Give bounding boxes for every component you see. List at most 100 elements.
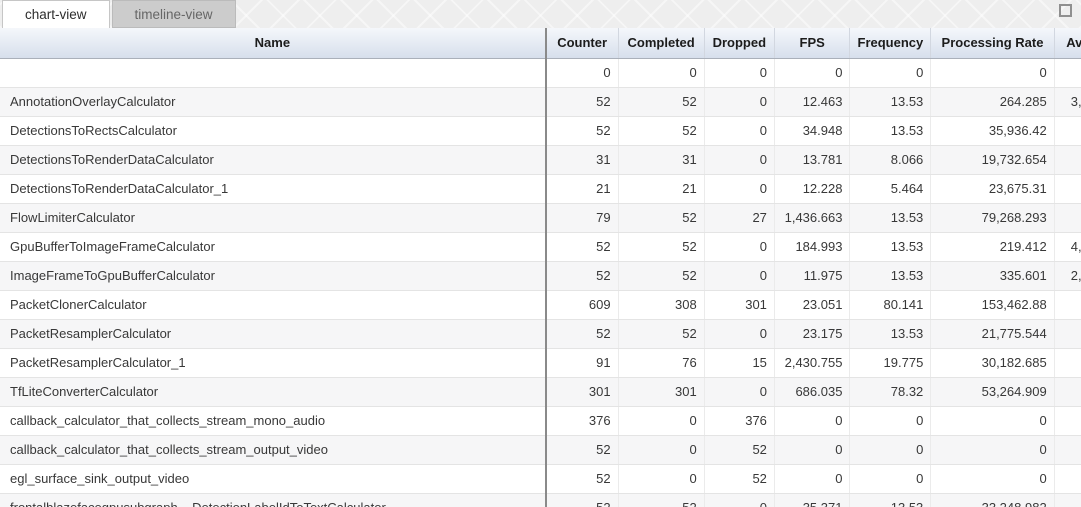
cell-value: 12.228 bbox=[774, 174, 850, 203]
cell-value: 0 bbox=[618, 464, 704, 493]
cell-value: 0 bbox=[704, 319, 774, 348]
popout-square-icon[interactable] bbox=[1059, 4, 1072, 17]
cell-value: 34.948 bbox=[774, 116, 850, 145]
column-header-fps[interactable]: FPS bbox=[774, 28, 850, 58]
cell-value: 153,462.88 bbox=[931, 290, 1054, 319]
column-header-name[interactable]: Name bbox=[0, 28, 546, 58]
cell-value: 0 bbox=[1054, 406, 1081, 435]
cell-value: 33,248.982 bbox=[931, 493, 1054, 507]
cell-value: 30.077 bbox=[1054, 493, 1081, 507]
cell-value: 301 bbox=[704, 290, 774, 319]
table-row[interactable]: TfLiteConverterCalculator3013010686.0357… bbox=[0, 377, 1081, 406]
table-row[interactable]: DetectionsToRenderDataCalculator3131013.… bbox=[0, 145, 1081, 174]
cell-value: 52 bbox=[618, 203, 704, 232]
cell-value: 0 bbox=[931, 58, 1054, 87]
cell-value: 376 bbox=[546, 406, 618, 435]
cell-value: 0 bbox=[931, 406, 1054, 435]
table-row[interactable]: frontalblazefacegpusubgraph__DetectionLa… bbox=[0, 493, 1081, 507]
cell-value: 12.615 bbox=[1054, 203, 1081, 232]
cell-value: 13.781 bbox=[774, 145, 850, 174]
cell-value: 0 bbox=[774, 58, 850, 87]
cell-value: 0 bbox=[931, 435, 1054, 464]
table-row[interactable]: DetectionsToRenderDataCalculator_1212101… bbox=[0, 174, 1081, 203]
table-row[interactable]: callback_calculator_that_collects_stream… bbox=[0, 406, 1081, 435]
cell-value: 13.53 bbox=[850, 319, 931, 348]
cell-name: callback_calculator_that_collects_stream… bbox=[0, 435, 546, 464]
cell-value: 35,936.42 bbox=[931, 116, 1054, 145]
cell-value: 609 bbox=[546, 290, 618, 319]
cell-value: 23.051 bbox=[774, 290, 850, 319]
column-header-counter[interactable]: Counter bbox=[546, 28, 618, 58]
cell-value: 0 bbox=[931, 464, 1054, 493]
column-header-processing-rate[interactable]: Processing Rate bbox=[931, 28, 1054, 58]
cell-value: 52 bbox=[618, 319, 704, 348]
table-row[interactable]: callback_calculator_that_collects_stream… bbox=[0, 435, 1081, 464]
column-header-avg-time[interactable]: Avg Time bbox=[1054, 28, 1081, 58]
cell-name: AnnotationOverlayCalculator bbox=[0, 87, 546, 116]
column-header-frequency[interactable]: Frequency bbox=[850, 28, 931, 58]
cell-value: 0 bbox=[704, 116, 774, 145]
table-row[interactable]: egl_surface_sink_output_video520520000 bbox=[0, 464, 1081, 493]
table-row[interactable]: FlowLimiterCalculator7952271,436.66313.5… bbox=[0, 203, 1081, 232]
cell-value: 0 bbox=[774, 406, 850, 435]
cell-value: 52 bbox=[704, 435, 774, 464]
cell-value: 0 bbox=[1054, 58, 1081, 87]
table-row[interactable]: ImageFrameToGpuBufferCalculator5252011.9… bbox=[0, 261, 1081, 290]
cell-value: 33.132 bbox=[1054, 348, 1081, 377]
table-row[interactable]: PacketClonerCalculator60930830123.05180.… bbox=[0, 290, 1081, 319]
cell-value: 21 bbox=[546, 174, 618, 203]
cell-value: 52 bbox=[546, 116, 618, 145]
cell-value: 686.035 bbox=[774, 377, 850, 406]
table-row[interactable]: DetectionsToRectsCalculator5252034.94813… bbox=[0, 116, 1081, 145]
cell-value: 0 bbox=[1054, 464, 1081, 493]
cell-value: 52 bbox=[546, 435, 618, 464]
cell-value: 79,268.293 bbox=[931, 203, 1054, 232]
cell-name: DetectionsToRenderDataCalculator_1 bbox=[0, 174, 546, 203]
column-header-dropped[interactable]: Dropped bbox=[704, 28, 774, 58]
cell-value: 53,264.909 bbox=[931, 377, 1054, 406]
cell-value: 4,557.635 bbox=[1054, 232, 1081, 261]
cell-value: 78.32 bbox=[850, 377, 931, 406]
cell-name bbox=[0, 58, 546, 87]
cell-value: 0 bbox=[704, 261, 774, 290]
cell-value: 0 bbox=[704, 174, 774, 203]
cell-name: PacketResamplerCalculator_1 bbox=[0, 348, 546, 377]
cell-value: 45.923 bbox=[1054, 319, 1081, 348]
cell-value: 0 bbox=[546, 58, 618, 87]
column-header-completed[interactable]: Completed bbox=[618, 28, 704, 58]
cell-value: 0 bbox=[850, 464, 931, 493]
table-row[interactable]: AnnotationOverlayCalculator5252012.46313… bbox=[0, 87, 1081, 116]
cell-name: FlowLimiterCalculator bbox=[0, 203, 546, 232]
app-window: chart-view timeline-view NameCounterComp… bbox=[0, 0, 1081, 507]
cell-value: 79 bbox=[546, 203, 618, 232]
cell-value: 23,675.31 bbox=[931, 174, 1054, 203]
cell-value: 52 bbox=[618, 493, 704, 507]
cell-value: 0 bbox=[618, 435, 704, 464]
cell-value: 2,430.755 bbox=[774, 348, 850, 377]
table-row[interactable]: PacketResamplerCalculator5252023.17513.5… bbox=[0, 319, 1081, 348]
cell-value: 80.141 bbox=[850, 290, 931, 319]
cell-value: 0 bbox=[704, 145, 774, 174]
table-row[interactable]: PacketResamplerCalculator_19176152,430.7… bbox=[0, 348, 1081, 377]
cell-name: frontalblazefacegpusubgraph__DetectionLa… bbox=[0, 493, 546, 507]
cell-value: 52 bbox=[546, 232, 618, 261]
tab-timeline-view[interactable]: timeline-view bbox=[112, 0, 236, 28]
cell-value: 50.677 bbox=[1054, 145, 1081, 174]
table-row[interactable]: GpuBufferToImageFrameCalculator52520184.… bbox=[0, 232, 1081, 261]
cell-value: 301 bbox=[618, 377, 704, 406]
cell-value: 0 bbox=[850, 435, 931, 464]
cell-value: 13.53 bbox=[850, 203, 931, 232]
tab-timeline-view-label: timeline-view bbox=[135, 7, 213, 22]
tab-bar: chart-view timeline-view bbox=[0, 0, 1081, 28]
cell-name: TfLiteConverterCalculator bbox=[0, 377, 546, 406]
table-row[interactable]: 0000000 bbox=[0, 58, 1081, 87]
calculator-stats-table: NameCounterCompletedDroppedFPSFrequencyP… bbox=[0, 28, 1081, 507]
cell-name: PacketClonerCalculator bbox=[0, 290, 546, 319]
cell-value: 76 bbox=[618, 348, 704, 377]
cell-value: 264.285 bbox=[931, 87, 1054, 116]
cell-value: 52 bbox=[618, 261, 704, 290]
cell-name: DetectionsToRenderDataCalculator bbox=[0, 145, 546, 174]
cell-value: 52 bbox=[546, 493, 618, 507]
cell-value: 21,775.544 bbox=[931, 319, 1054, 348]
tab-chart-view[interactable]: chart-view bbox=[2, 0, 110, 28]
